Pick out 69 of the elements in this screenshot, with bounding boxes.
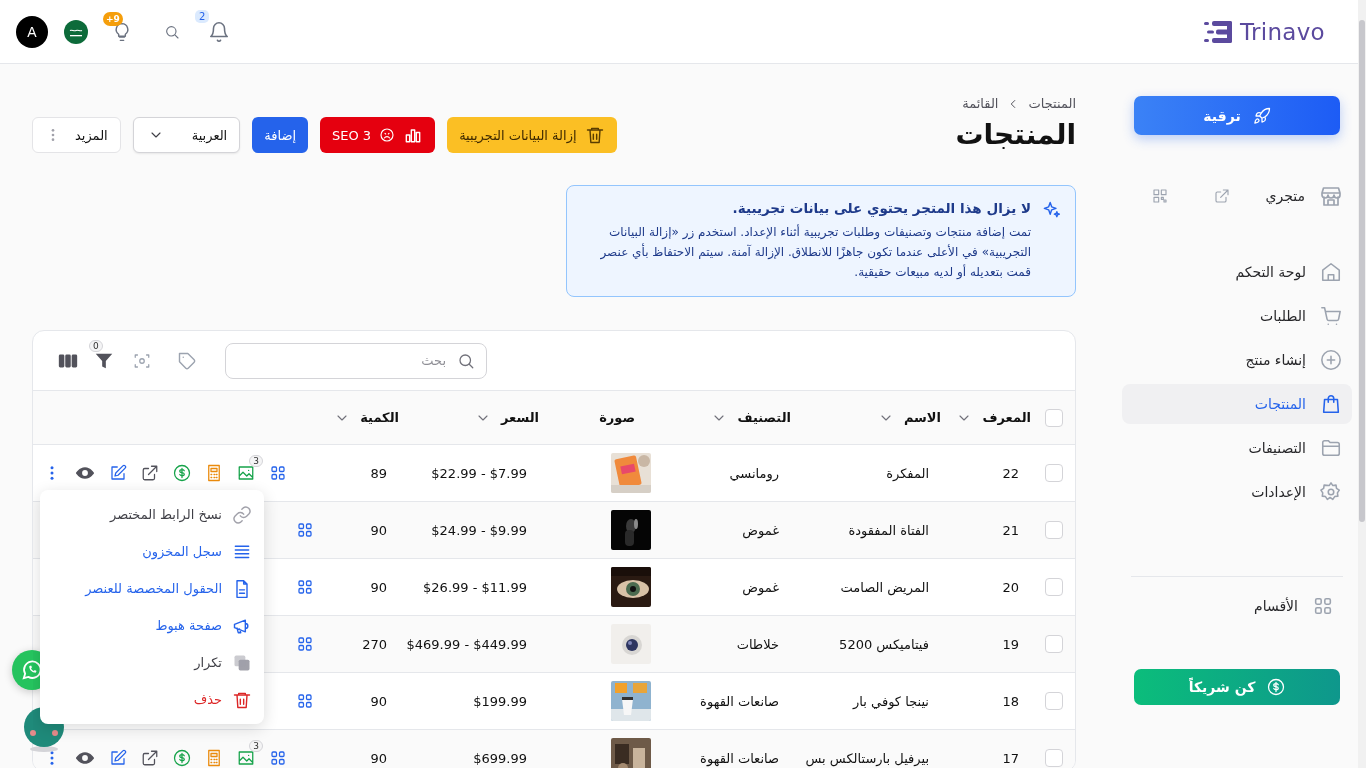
notification-badge: 2 — [195, 9, 210, 23]
table-cell-text: 270 — [361, 636, 388, 652]
table-cell-text: 20 — [1001, 579, 1020, 595]
table-cell-text: المفكرة — [885, 465, 930, 481]
column-header: صورة — [599, 410, 636, 425]
table-cell-text: صانعات القهوة — [699, 693, 780, 709]
page-title: المنتجات — [955, 117, 1076, 153]
table-cell-text: رومانسي — [728, 465, 780, 481]
image-count-badge: 3 — [249, 740, 263, 752]
notice-text: تمت إضافة منتجات وتصنيفات وطلبات تجريبية أثناء الإعداد. استخدم زر «إزالة البيانات التجريبية» في الأعلى عندما تكون جاهزًا للانطلاق. الإزالة آمنة. سيتم الاحتفاظ بأي عنصر قمت بتعديله أو لديه مبيعات حقيقية. — [599, 223, 1031, 281]
nav-item[interactable]: لوحة التحكم — [1122, 252, 1352, 292]
column-header[interactable]: المعرف — [956, 409, 1031, 426]
table-cell-text: خلاطات — [735, 636, 780, 652]
seo-score-button[interactable]: SEO 3 — [320, 117, 436, 153]
table-cell-text: $699.99 — [472, 750, 528, 766]
remove-demo-data-button[interactable]: إزالة البيانات التجريبية — [447, 117, 617, 153]
table-cell-text: $199.99 — [472, 693, 528, 709]
menu-item[interactable]: سجل المخزون — [40, 533, 264, 570]
table-cell-text: الفتاة المفقودة — [847, 522, 930, 538]
menu-item[interactable]: حذف — [40, 681, 264, 718]
table-cell-text: 90 — [369, 693, 388, 709]
language-select[interactable]: العربية — [132, 117, 241, 153]
table-cell-text: بيرفيل بارستالكس بس — [804, 750, 930, 766]
table-cell-text: غموض — [741, 579, 780, 595]
column-header[interactable]: الاسم — [877, 409, 941, 426]
table-cell-text: 22 — [1001, 465, 1020, 481]
upgrade-button[interactable]: ترقية — [1134, 96, 1340, 135]
filter-count-badge: 0 — [89, 339, 103, 352]
notice-title: لا يزال هذا المتجر يحتوي على بيانات تجريبية. — [731, 200, 1031, 216]
nav-item[interactable]: إنشاء منتج — [1122, 340, 1352, 380]
column-header[interactable]: التصنيف — [711, 409, 791, 426]
search-field[interactable]: بحث — [225, 342, 487, 379]
menu-item[interactable]: نسخ الرابط المختصر — [40, 496, 264, 533]
nav-item[interactable]: الطلبات — [1122, 296, 1352, 336]
breadcrumb-current: القائمة — [962, 96, 999, 111]
table-cell-text: المريض الصامت — [839, 579, 930, 595]
table-cell-text: 21 — [1001, 522, 1020, 538]
column-header[interactable]: السعر — [475, 409, 539, 426]
logo-text[interactable]: Trinavo — [1240, 18, 1325, 45]
add-button[interactable]: إضافة — [252, 117, 309, 153]
menu-item[interactable]: الحقول المخصصة للعنصر — [40, 570, 264, 607]
table-cell-text: نينجا كوفي بار — [851, 693, 930, 709]
table-cell-text: 90 — [369, 522, 388, 538]
column-header[interactable]: الكمية — [334, 409, 399, 426]
table-cell-text: $22.99 - $7.99 — [430, 465, 528, 481]
menu-item[interactable]: تكرار — [40, 644, 264, 681]
nav-item[interactable]: التصنيفات — [1122, 428, 1352, 468]
image-count-badge: 3 — [249, 455, 263, 467]
more-button[interactable]: المزيد — [32, 117, 121, 153]
table-cell-text: 90 — [369, 579, 388, 595]
table-cell-text: $469.99 - $449.99 — [405, 636, 528, 652]
table-cell-text: 19 — [1001, 636, 1020, 652]
breadcrumb-link[interactable]: المنتجات — [1028, 96, 1076, 111]
table-cell-text: غموض — [741, 522, 780, 538]
store-link[interactable]: متجري — [1265, 188, 1305, 204]
table-cell-text: $26.99 - $11.99 — [422, 579, 528, 595]
table-cell-text: 18 — [1001, 693, 1020, 709]
menu-item[interactable]: صفحة هبوط — [40, 607, 264, 644]
table-cell-text: $24.99 - $9.99 — [430, 522, 528, 538]
table-cell-text: 17 — [1001, 750, 1020, 766]
table-cell-text: فيتاميكس 5200 — [838, 636, 930, 652]
sections-link[interactable]: الأقسام — [1254, 598, 1298, 614]
tips-badge: +9 — [103, 11, 123, 26]
nav-item[interactable]: المنتجات — [1122, 384, 1352, 424]
table-cell-text: صانعات القهوة — [699, 750, 780, 766]
avatar[interactable]: A — [16, 15, 48, 48]
table-cell-text: 89 — [369, 465, 388, 481]
table-cell-text: 90 — [369, 750, 388, 766]
nav-item[interactable]: الإعدادات — [1122, 472, 1352, 512]
